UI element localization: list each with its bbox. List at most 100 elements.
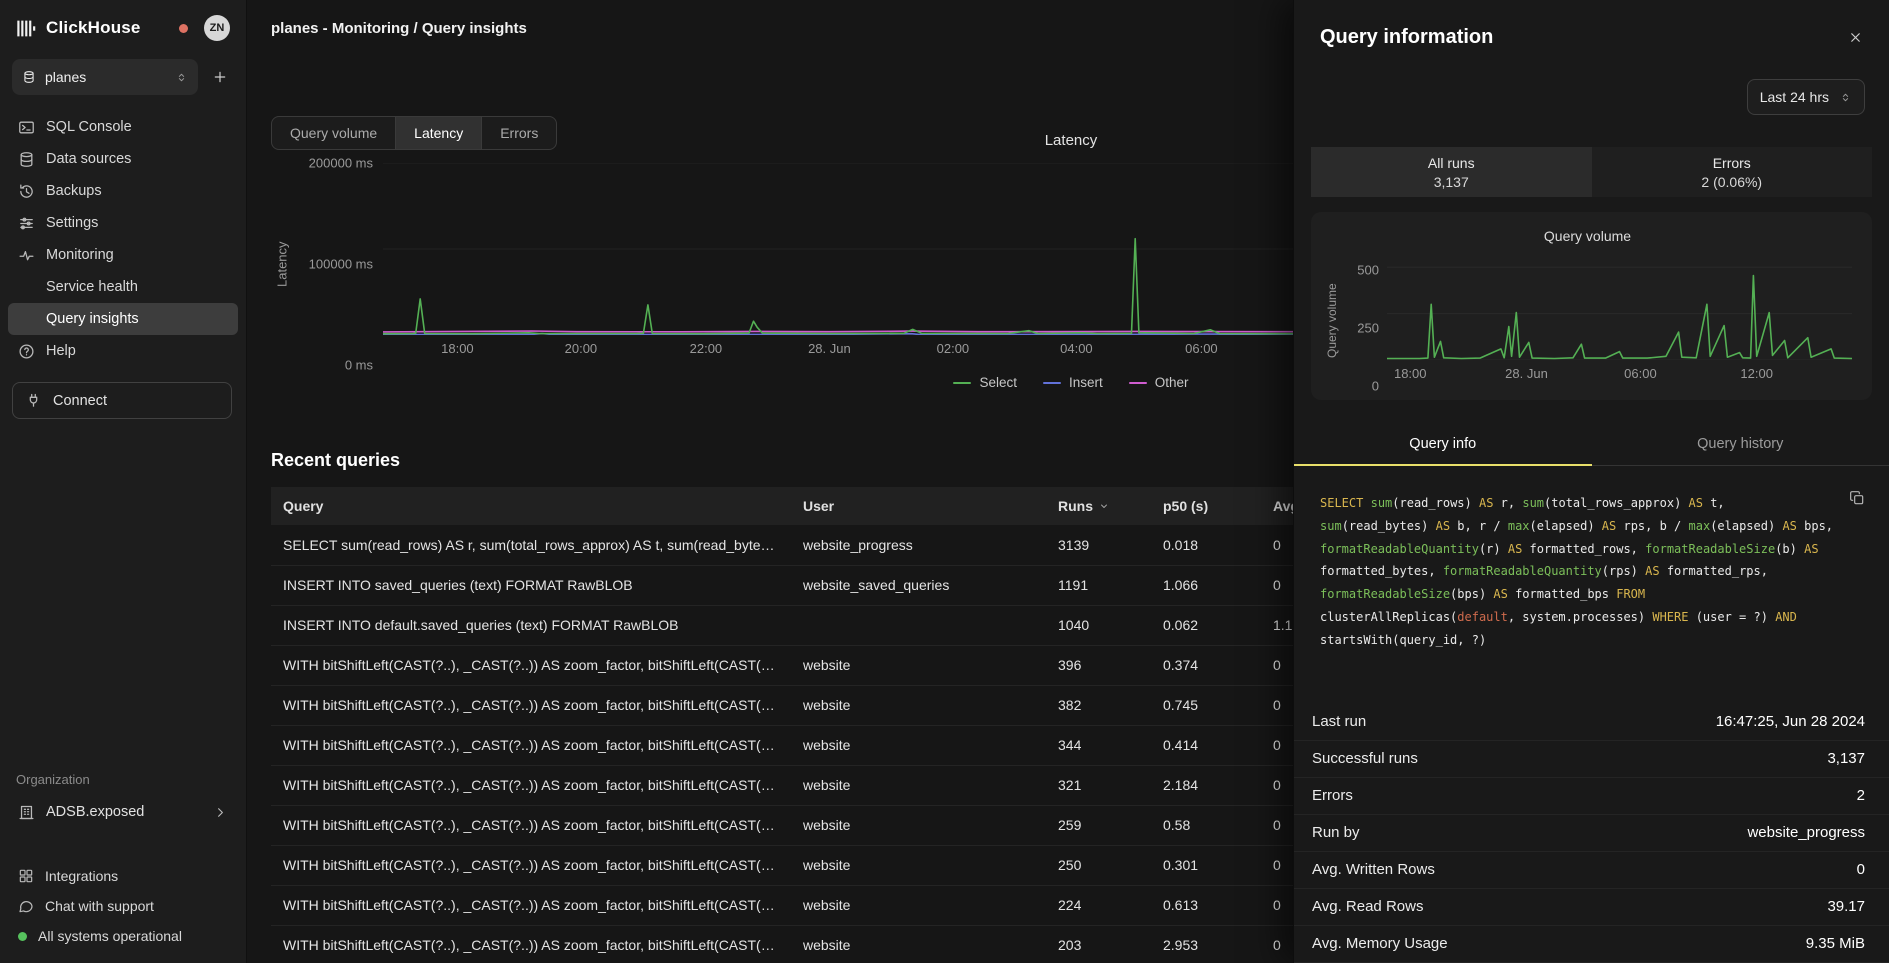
stat-tab-label: All runs [1428, 155, 1475, 171]
detail-value: 3,137 [1827, 750, 1865, 767]
detail-value: 16:47:25, Jun 28 2024 [1716, 713, 1865, 730]
cell-p50: 0.613 [1151, 885, 1261, 925]
tab-query-history[interactable]: Query history [1592, 426, 1889, 465]
legend-item-insert[interactable]: Insert [1043, 375, 1103, 390]
help-icon [18, 343, 35, 360]
cell-query: WITH bitShiftLeft(CAST(?..), _CAST(?..))… [271, 645, 791, 685]
cell-query: INSERT INTO default.saved_queries (text)… [271, 605, 791, 645]
footer-item-chat-with-support[interactable]: Chat with support [8, 891, 238, 921]
column-label: p50 (s) [1163, 498, 1208, 514]
notification-dot[interactable] [179, 24, 188, 33]
panel-title: Query information [1320, 26, 1493, 49]
sidebar-item-label: Monitoring [46, 247, 114, 263]
tab-errors[interactable]: Errors [482, 117, 556, 149]
x-tick-label: 22:00 [690, 341, 723, 356]
chevron-updown-icon [175, 71, 188, 84]
detail-row-successful-runs: Successful runs3,137 [1294, 741, 1889, 778]
status-dot [18, 932, 27, 941]
stat-tab-label: Errors [1713, 155, 1751, 171]
stat-tabs: All runs3,137 Errors 2 (0.06%) [1311, 147, 1872, 197]
sidebar-item-service-health[interactable]: Service health [8, 271, 238, 303]
column-header-user[interactable]: User [791, 487, 1046, 525]
cell-query: WITH bitShiftLeft(CAST(?..), _CAST(?..))… [271, 725, 791, 765]
tab-latency[interactable]: Latency [396, 117, 482, 149]
cell-p50: 0.018 [1151, 525, 1261, 565]
stat-tab-errors[interactable]: Errors 2 (0.06%) [1592, 147, 1873, 197]
cell-user: website [791, 645, 1046, 685]
x-tick-label: 18:00 [1394, 366, 1427, 381]
avatar[interactable]: ZN [204, 15, 230, 41]
sidebar-item-label: SQL Console [46, 119, 132, 135]
sidebar-item-label: Service health [46, 279, 138, 295]
time-range-select[interactable]: Last 24 hrs [1747, 79, 1865, 115]
column-header-runs[interactable]: Runs [1046, 487, 1151, 525]
query-details: Last run16:47:25, Jun 28 2024Successful … [1294, 704, 1889, 963]
query-volume-plot [1387, 256, 1852, 360]
add-service-button[interactable] [206, 63, 234, 91]
cell-runs: 3139 [1046, 525, 1151, 565]
stat-tab-value: 2 (0.06%) [1701, 174, 1762, 190]
tab-query-volume[interactable]: Query volume [272, 117, 396, 149]
cell-user: website [791, 845, 1046, 885]
cell-runs: 321 [1046, 765, 1151, 805]
cell-query: WITH bitShiftLeft(CAST(?..), _CAST(?..))… [271, 925, 791, 963]
detail-row-run-by: Run bywebsite_progress [1294, 815, 1889, 852]
clickhouse-logo-icon [16, 18, 37, 39]
sidebar-item-sql-console[interactable]: SQL Console [8, 111, 238, 143]
y-tick-label: 100000 ms [309, 257, 373, 272]
sidebar-item-label: Backups [46, 183, 102, 199]
tab-query-info[interactable]: Query info [1294, 426, 1592, 465]
y-axis-label: Latency [271, 163, 293, 365]
footer-item-all-systems-operational[interactable]: All systems operational [8, 921, 238, 951]
footer-item-integrations[interactable]: Integrations [8, 861, 238, 891]
legend-item-other[interactable]: Other [1129, 375, 1189, 390]
cell-runs: 224 [1046, 885, 1151, 925]
info-tabs: Query infoQuery history [1294, 426, 1889, 466]
cell-p50: 1.066 [1151, 565, 1261, 605]
x-tick-label: 20:00 [565, 341, 598, 356]
sidebar-item-help[interactable]: Help [8, 335, 238, 367]
detail-label: Avg. Written Rows [1312, 861, 1435, 878]
sidebar-item-label: Data sources [46, 151, 131, 167]
legend-label: Select [979, 375, 1017, 390]
y-tick-label: 0 ms [345, 358, 373, 373]
stat-tab-all-runs[interactable]: All runs3,137 [1311, 147, 1592, 197]
legend-swatch [953, 382, 971, 384]
close-icon[interactable] [1848, 30, 1863, 45]
legend-item-select[interactable]: Select [953, 375, 1017, 390]
sidebar-item-backups[interactable]: Backups [8, 175, 238, 207]
organization-name: ADSB.exposed [46, 804, 144, 820]
service-selector[interactable]: planes [12, 59, 198, 95]
sidebar-spacer [0, 419, 246, 772]
service-row: planes [0, 51, 246, 95]
settings-icon [18, 215, 35, 232]
footer-item-label: All systems operational [38, 928, 182, 944]
copy-icon[interactable] [1849, 490, 1865, 506]
legend-label: Insert [1069, 375, 1103, 390]
sidebar-item-query-insights[interactable]: Query insights [8, 303, 238, 335]
column-header-query[interactable]: Query [271, 487, 791, 525]
x-axis-ticks: 18:0028. Jun06:0012:00 [1387, 366, 1852, 386]
cell-user: website [791, 805, 1046, 845]
connect-button[interactable]: Connect [12, 382, 232, 419]
column-header-p50-s[interactable]: p50 (s) [1151, 487, 1261, 525]
cell-query: INSERT INTO saved_queries (text) FORMAT … [271, 565, 791, 605]
cell-query: WITH bitShiftLeft(CAST(?..), _CAST(?..))… [271, 885, 791, 925]
y-tick-label: 250 [1357, 320, 1379, 335]
sidebar-item-settings[interactable]: Settings [8, 207, 238, 239]
x-tick-label: 18:00 [441, 341, 474, 356]
chart-title: Query volume [1323, 228, 1852, 244]
backup-icon [18, 183, 35, 200]
sidebar-item-data-sources[interactable]: Data sources [8, 143, 238, 175]
detail-label: Avg. Read Rows [1312, 898, 1423, 915]
organization-item[interactable]: ADSB.exposed [8, 795, 238, 829]
monitoring-icon [18, 247, 35, 264]
terminal-icon [18, 119, 35, 136]
plus-icon [212, 69, 228, 85]
sidebar-item-label: Query insights [46, 311, 139, 327]
sidebar-item-monitoring[interactable]: Monitoring [8, 239, 238, 271]
cell-p50: 0.374 [1151, 645, 1261, 685]
organization-label: Organization [0, 772, 246, 795]
service-icon [22, 70, 36, 84]
database-icon [18, 151, 35, 168]
